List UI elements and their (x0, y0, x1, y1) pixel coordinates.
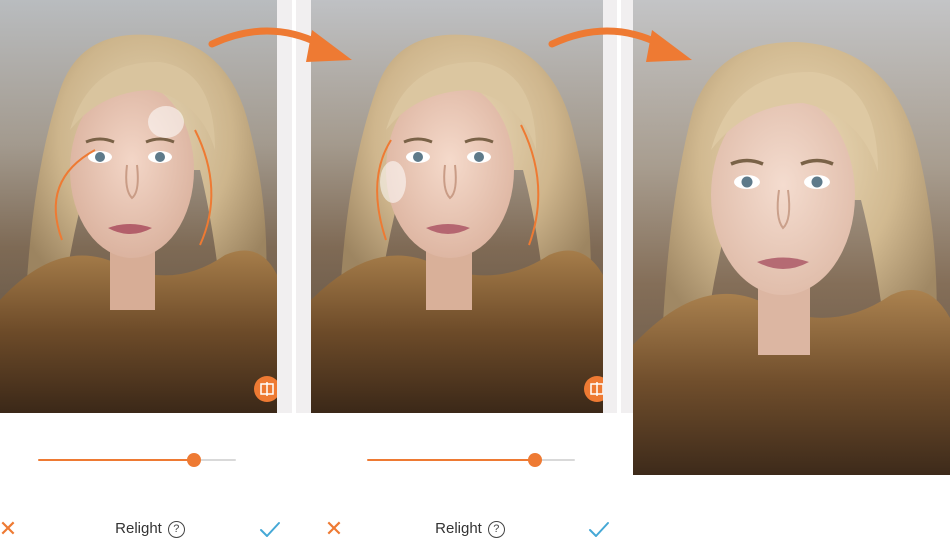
toolbar-panel-2: ✕ Relight? (311, 509, 629, 549)
toolbar-title-1: Relight? (0, 509, 300, 549)
compare-button-1[interactable] (254, 376, 277, 402)
cancel-button-1[interactable]: ✕ (0, 517, 20, 541)
checkmark-icon[interactable] (587, 517, 611, 541)
portrait-image-result (633, 0, 950, 475)
relight-label-2: Relight (435, 520, 482, 538)
compare-split-icon (260, 382, 274, 396)
arrow-icon-2 (548, 27, 692, 62)
relight-slider-2[interactable] (367, 453, 575, 467)
relight-slider-1[interactable] (38, 453, 236, 467)
help-icon[interactable]: ? (167, 520, 185, 538)
controls-panel-2: ✕ Relight? (311, 413, 629, 550)
compare-split-icon (590, 382, 603, 396)
relight-comparison-figure: ✕ Relight? ✕ Relight? (0, 0, 950, 550)
help-icon[interactable]: ? (487, 520, 505, 538)
toolbar-panel-1: ✕ Relight? (0, 509, 300, 549)
cancel-button-2[interactable]: ✕ (322, 517, 346, 541)
photo-result (633, 0, 950, 475)
slider-thumb-2[interactable] (528, 453, 542, 467)
arrow-icon-1 (208, 27, 352, 62)
compare-button-2[interactable] (584, 376, 603, 402)
relight-label-1: Relight (115, 520, 162, 538)
slider-thumb-1[interactable] (187, 453, 201, 467)
checkmark-icon[interactable] (258, 517, 282, 541)
toolbar-title-2: Relight? (311, 509, 629, 549)
slider-track-active-1 (38, 459, 194, 461)
slider-track-active-2 (367, 459, 535, 461)
controls-panel-1: ✕ Relight? (0, 413, 300, 550)
